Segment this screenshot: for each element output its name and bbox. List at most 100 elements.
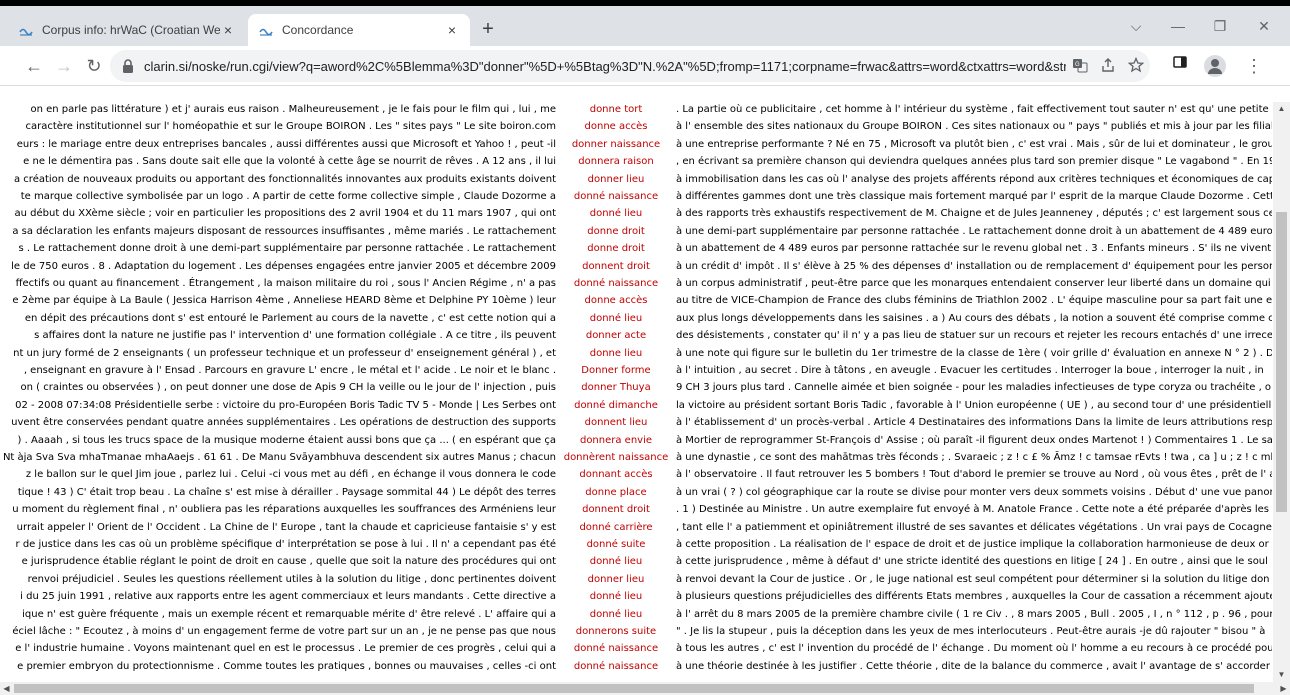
scroll-left-icon[interactable]: ◀ (0, 682, 13, 695)
tab-close-icon[interactable]: × (444, 22, 460, 38)
address-bar[interactable]: clarin.si/noske/run.cgi/view?q=aword%2C%… (110, 50, 1150, 82)
keyword-in-context[interactable]: donné dimanche (562, 398, 670, 414)
concordance-row: e jurisprudence établie réglant le point… (0, 554, 1272, 570)
minimize-button[interactable]: — (1160, 14, 1196, 38)
svg-text:G: G (1075, 62, 1080, 68)
concordance-row: te marque collective symbolisée par un l… (0, 189, 1272, 205)
close-window-button[interactable]: ✕ (1246, 14, 1282, 38)
keyword-in-context[interactable]: Donner forme (562, 363, 670, 379)
keyword-in-context[interactable]: donné lieu (562, 206, 670, 222)
keyword-in-context[interactable]: donnent lieu (562, 415, 670, 431)
keyword-in-context[interactable]: donner naissance (562, 137, 670, 153)
keyword-in-context[interactable]: donnera envie (562, 433, 670, 449)
right-context: à une note qui figure sur le bulletin du… (676, 347, 1272, 359)
profile-icon[interactable] (1204, 55, 1226, 77)
keyword-in-context[interactable]: donné naissance (562, 276, 670, 292)
url-text[interactable]: clarin.si/noske/run.cgi/view?q=aword%2C%… (144, 59, 1066, 74)
keyword-in-context[interactable]: donnerons suite (562, 624, 670, 640)
right-context: à l' arrêt du 8 mars 2005 de la première… (676, 608, 1272, 620)
keyword-in-context[interactable]: donne place (562, 485, 670, 501)
keyword-in-context[interactable]: donne accès (562, 293, 670, 309)
left-context: r de justice dans les cas où un problème… (15, 539, 556, 550)
keyword-in-context[interactable]: donné lieu (562, 589, 670, 605)
h-scroll-thumb[interactable] (14, 684, 1254, 693)
right-context: à cette proposition . La réalisation de … (676, 539, 1269, 550)
keyword-in-context[interactable]: donné naissance (562, 659, 670, 675)
left-context: e 2ème par équipe à La Baule ( Jessica H… (12, 295, 556, 307)
translate-icon[interactable]: G (1066, 57, 1094, 76)
concordance-row: ffectifs ou quant au financement . Étran… (0, 276, 1272, 292)
keyword-in-context[interactable]: donne droit (562, 241, 670, 257)
forward-button[interactable]: → (52, 54, 76, 78)
left-context: z le ballon sur le quel Jim joue , parle… (25, 469, 556, 481)
keyword-in-context[interactable]: donne accès (562, 119, 670, 135)
right-context: à l' intuition , au secret . Dire à tâto… (676, 365, 1264, 376)
keyword-in-context[interactable]: donnera raison (562, 154, 670, 170)
concordance-row: e 2ème par équipe à La Baule ( Jessica H… (0, 293, 1272, 309)
tab-search-dropdown-icon[interactable]: ⌵ (1118, 14, 1154, 38)
vertical-scrollbar[interactable]: ▲ ▼ (1273, 102, 1290, 682)
menu-icon[interactable]: ⋮ (1242, 54, 1266, 78)
concordance-row: , enseignant en gravure à l' Ensad . Par… (0, 363, 1272, 379)
left-context: tique ! 43 ) C' était trop beau . La cha… (17, 486, 556, 498)
concordance-row: a sa déclaration les enfants majeurs dis… (0, 224, 1272, 240)
left-context: e jurisprudence établie réglant le point… (21, 556, 556, 568)
keyword-in-context[interactable]: donne droit (562, 224, 670, 240)
keyword-in-context[interactable]: donner lieu (562, 572, 670, 588)
concordance-row: 02 - 2008 07:34:08 Présidentielle serbe … (0, 398, 1272, 414)
left-context: 02 - 2008 07:34:08 Présidentielle serbe … (15, 399, 556, 411)
concordance-row: caractère institutionnel sur l' homéopat… (0, 119, 1272, 135)
keyword-in-context[interactable]: donnant accès (562, 467, 670, 483)
bookmark-star-icon[interactable] (1122, 56, 1150, 76)
concordance-row: au début du XXème siècle ; voir en parti… (0, 206, 1272, 222)
keyword-in-context[interactable]: donné lieu (562, 554, 670, 570)
keyword-in-context[interactable]: donné naissance (562, 641, 670, 657)
keyword-in-context[interactable]: donné lieu (562, 607, 670, 623)
concordance-row: s . Le rattachement donne droit à une de… (0, 241, 1272, 257)
left-context: le de 750 euros . 8 . Adaptation du loge… (11, 260, 556, 272)
keyword-in-context[interactable]: donne lieu (562, 346, 670, 362)
horizontal-scrollbar[interactable]: ◀ ▶ (0, 682, 1290, 695)
concordance-row: ique n' est guère fréquente , mais un ex… (0, 607, 1272, 623)
keyword-in-context[interactable]: donné suite (562, 537, 670, 553)
side-panel-icon[interactable] (1168, 54, 1192, 78)
scroll-right-icon[interactable]: ▶ (1277, 682, 1290, 695)
left-context: ique n' est guère fréquente , mais un ex… (22, 608, 556, 620)
right-context: " . Je lis la stupeur , puis la déceptio… (676, 626, 1266, 637)
keyword-in-context[interactable]: donner acte (562, 328, 670, 344)
concordance-row: on ( craintes ou observées ) , on peut d… (0, 380, 1272, 396)
new-tab-button[interactable]: + (476, 18, 500, 42)
concordance-row: s affaires dont la nature ne justifie pa… (0, 328, 1272, 344)
keyword-in-context[interactable]: donnent droit (562, 502, 670, 518)
scroll-down-icon[interactable]: ▼ (1273, 668, 1290, 682)
concordance-row: e premier embryon du protectionnisme . C… (0, 659, 1272, 675)
tab-concordance[interactable]: Concordance × (248, 14, 470, 46)
keyword-in-context[interactable]: donne tort (562, 102, 670, 118)
right-context: à l' établissement d' un procès-verbal .… (676, 417, 1272, 429)
back-button[interactable]: ← (22, 54, 46, 78)
restore-button[interactable]: ❐ (1202, 14, 1238, 38)
lock-icon[interactable] (120, 58, 136, 74)
keyword-in-context[interactable]: donner Thuya (562, 380, 670, 396)
share-icon[interactable] (1094, 57, 1122, 76)
concordance-row: urrait appeler l' Orient de l' Occident … (0, 520, 1272, 536)
keyword-in-context[interactable]: donné naissance (562, 189, 670, 205)
concordance-row: tique ! 43 ) C' était trop beau . La cha… (0, 485, 1272, 501)
concordance-row: u moment du règlement final , n' oublier… (0, 502, 1272, 518)
keyword-in-context[interactable]: donné carrière (562, 520, 670, 536)
reload-button[interactable]: ↻ (82, 54, 106, 78)
tab-close-icon[interactable]: × (220, 22, 236, 38)
scroll-thumb[interactable] (1276, 212, 1287, 512)
scroll-up-icon[interactable]: ▲ (1273, 102, 1290, 116)
keyword-in-context[interactable]: donné lieu (562, 311, 670, 327)
right-context: . La partie où ce publicitaire , cet hom… (676, 104, 1269, 115)
tab-corpus-info[interactable]: Corpus info: hrWaC (Croatian We × (8, 14, 246, 46)
keyword-in-context[interactable]: donner lieu (562, 172, 670, 188)
concordance-row: éciel lâche : " Ecoutez , à moins d' un … (0, 624, 1272, 640)
right-context: , en écrivant sa première chanson qui de… (676, 156, 1272, 168)
left-context: éciel lâche : " Ecoutez , à moins d' un … (12, 626, 556, 637)
right-context: à une dynastie , ce sont des mahātmas tr… (676, 452, 1272, 463)
keyword-in-context[interactable]: donnent droit (562, 259, 670, 275)
keyword-in-context[interactable]: donnèrent naissance (562, 450, 670, 466)
concordance-row: on en parle pas littérature ) et j' aura… (0, 102, 1272, 118)
